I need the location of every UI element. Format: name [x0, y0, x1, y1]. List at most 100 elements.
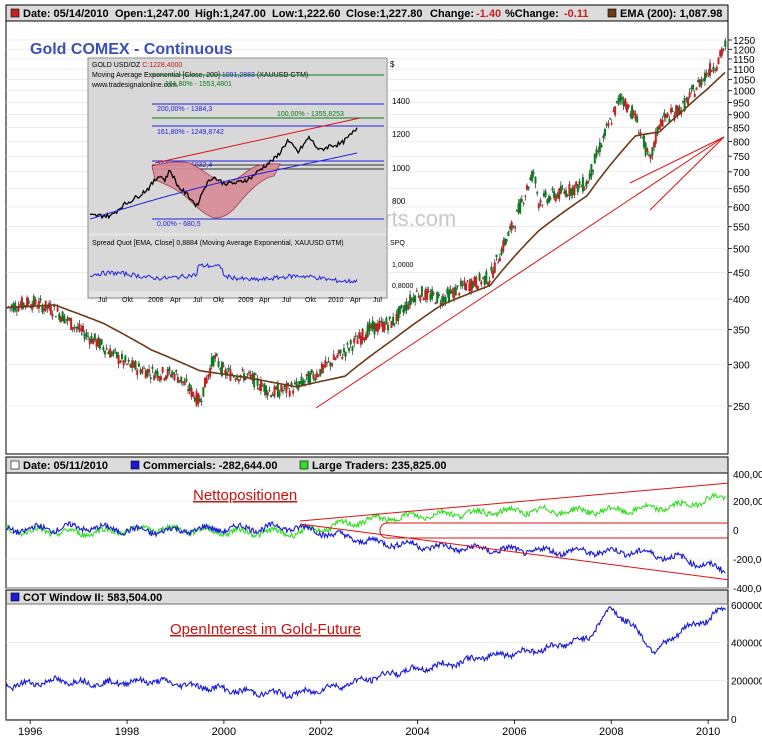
price-ytick-label: 400 — [733, 295, 750, 306]
candle-body — [458, 292, 461, 296]
inset-xtick-label: 2010 — [328, 297, 344, 304]
inset-xtick-label: Apr — [259, 297, 271, 304]
candle-body — [658, 125, 661, 130]
oi-ytick-label: 600000 — [731, 601, 762, 612]
price-header-open: Open:1,247.00 — [115, 8, 190, 20]
candle-body — [427, 291, 430, 293]
candle-body — [527, 186, 530, 189]
candle-body — [387, 324, 390, 331]
x-tick-label: 2006 — [502, 726, 526, 738]
oi-ytick-label: 400000 — [731, 638, 762, 649]
inset-subtick-1: 1,0000 — [392, 262, 414, 269]
candle-body — [407, 304, 410, 310]
price-header-pct-value: -0.11 — [564, 8, 588, 20]
candle-body — [268, 389, 271, 391]
candle-body — [87, 335, 90, 337]
candle-body — [420, 286, 423, 297]
candle-body — [651, 147, 654, 156]
oi-y-axis: 600000 400000 200000 0 — [731, 601, 762, 726]
large-traders-legend: Large Traders: 235,825.00 — [312, 460, 447, 472]
candle-body — [127, 359, 130, 362]
candle-body — [202, 387, 205, 397]
cot-ytick-label: -200,000 — [733, 555, 762, 566]
candle-body — [27, 300, 30, 304]
price-ytick-label: 750 — [733, 152, 750, 163]
candle-body — [514, 226, 517, 229]
candle-body — [493, 262, 496, 273]
candle-body — [583, 188, 586, 191]
x-tick-label: 2004 — [405, 726, 429, 738]
chart-title: Gold COMEX - Continuous — [30, 41, 233, 58]
inset-sub-legend: Spread Quot [EMA, Close] 0,8884 (Moving … — [92, 240, 344, 247]
candle-body — [495, 254, 498, 258]
inset-legend-1: GOLD USD/OZ C:1228,4000 — [92, 62, 182, 69]
candle-body — [671, 111, 674, 113]
candle-body — [119, 361, 122, 363]
candle-body — [537, 203, 540, 208]
candle-body — [524, 195, 527, 197]
x-tick-label: 2000 — [212, 726, 236, 738]
candle-body — [326, 362, 329, 364]
price-y-axis: 1250120011501100105010009509008508007507… — [728, 36, 756, 413]
candle-body — [227, 367, 230, 370]
chart-svg: Date: 05/14/2010 Open:1,247.00 High:1,24… — [5, 4, 762, 738]
chart-root: Date: 05/14/2010 Open:1,247.00 High:1,24… — [0, 0, 762, 742]
oi-title: COT Window II: 583,504.00 — [23, 592, 162, 604]
cot-ytick-label: 200,000 — [733, 497, 762, 508]
candle-body — [334, 358, 337, 360]
candle-body — [241, 369, 244, 371]
x-tick-label: 2010 — [696, 726, 720, 738]
candle-body — [173, 373, 176, 381]
candle-body — [614, 106, 617, 116]
price-ytick-label: 600 — [733, 203, 750, 214]
candle-body — [693, 93, 696, 98]
candle-body — [348, 348, 351, 352]
candle-body — [444, 297, 447, 303]
candle-body — [200, 400, 203, 402]
candle-body — [315, 372, 318, 378]
candle-body — [559, 185, 562, 194]
candle-body — [686, 97, 689, 105]
candle-body — [712, 66, 715, 71]
candle-body — [142, 367, 145, 369]
candle-body — [349, 339, 352, 345]
x-tick-label: 1998 — [115, 726, 139, 738]
candle-body — [205, 378, 208, 384]
candle-body — [175, 370, 178, 372]
candle-body — [51, 313, 54, 317]
candle-body — [134, 361, 137, 370]
inset-xtick-label: 2008 — [148, 297, 164, 304]
commercials-legend: Commercials: -282,644.00 — [143, 460, 278, 472]
price-header-close: Close:1,227.80 — [346, 8, 422, 20]
price-ytick-label: 500 — [733, 244, 750, 255]
commercials-swatch — [130, 460, 140, 470]
inset-sub-unit: SPQ — [390, 240, 405, 247]
candle-body — [342, 348, 345, 353]
candle-body — [549, 198, 552, 200]
candle-body — [720, 48, 723, 56]
cot-date-swatch — [10, 460, 20, 470]
candle-body — [532, 172, 535, 174]
candle-body — [520, 199, 523, 202]
candle-body — [185, 378, 188, 382]
x-tick-label: 1996 — [18, 726, 42, 738]
candle-body — [303, 381, 306, 383]
inset-xtick-label: Apr — [350, 297, 362, 304]
price-ytick-label: 950 — [733, 98, 750, 109]
inset-xtick-label: 2009 — [238, 297, 254, 304]
inset-xtick-label: Jul — [98, 297, 107, 304]
candle-body — [432, 293, 435, 295]
candle-body — [715, 67, 718, 71]
candle-body — [541, 204, 544, 206]
candle-body — [56, 307, 59, 312]
candle-body — [39, 298, 42, 301]
candle-body — [314, 377, 317, 381]
oi-ytick-label: 0 — [731, 715, 737, 726]
candle-body — [539, 200, 542, 203]
candle-body — [114, 349, 117, 351]
candle-body — [385, 317, 388, 325]
candle-body — [497, 262, 500, 264]
candle-body — [254, 373, 257, 375]
inset-xtick-label: Jul — [193, 297, 202, 304]
candle-body — [192, 391, 195, 397]
